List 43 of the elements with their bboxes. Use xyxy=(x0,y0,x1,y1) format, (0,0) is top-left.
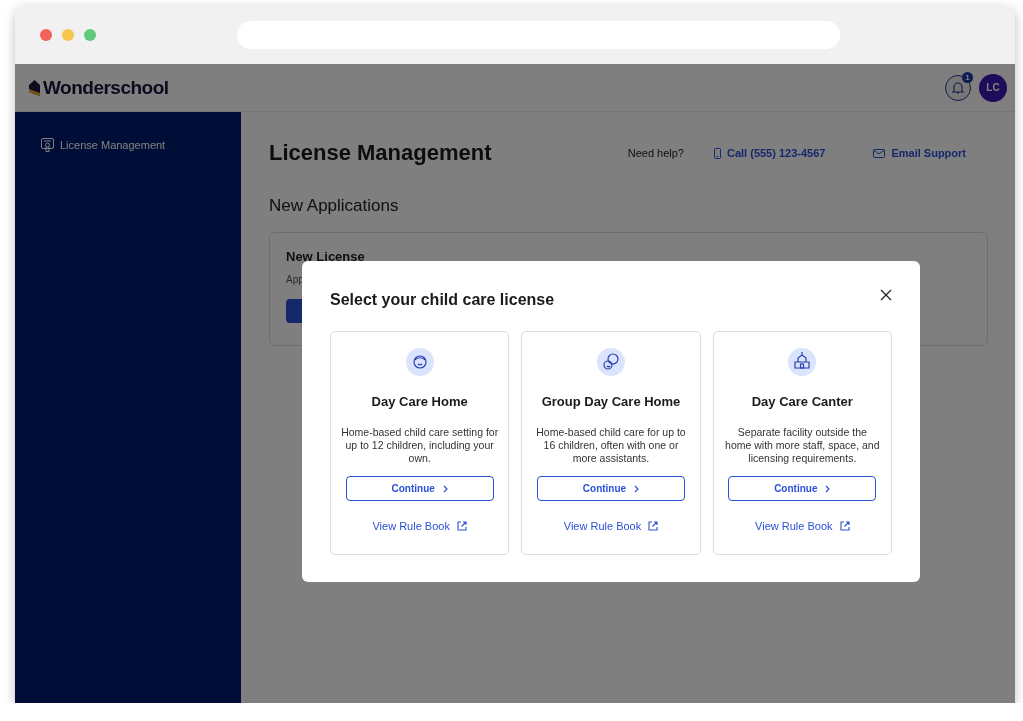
rule-book-link[interactable]: View Rule Book xyxy=(563,520,659,532)
phone-link[interactable]: Call (555) 123-4567 xyxy=(714,147,826,159)
close-button[interactable] xyxy=(880,289,892,301)
bell-icon xyxy=(952,81,964,94)
certificate-icon xyxy=(41,138,54,152)
option-description: Home-based child care for up to 16 children, often with one or more assistants. xyxy=(535,426,687,465)
section-heading: New Applications xyxy=(269,196,400,216)
envelope-icon xyxy=(873,148,886,158)
external-link-icon xyxy=(456,521,467,531)
rule-book-link[interactable]: View Rule Book xyxy=(372,520,467,532)
sidebar-item[interactable]: License Management xyxy=(39,136,168,154)
chevron-right-icon xyxy=(634,484,640,493)
window-control[interactable] xyxy=(84,29,96,41)
external-link-icon xyxy=(839,521,850,531)
chevron-right-icon xyxy=(442,484,448,493)
option-title: Day Care Canter xyxy=(751,394,853,409)
option-title: Group Day Care Home xyxy=(541,394,681,409)
logo-text: Wonderschool xyxy=(43,76,169,99)
continue-button[interactable]: Continue xyxy=(345,476,494,501)
rule-book-link[interactable]: View Rule Book xyxy=(755,520,850,532)
notifications-button[interactable]: 1 xyxy=(945,74,971,101)
phone-icon xyxy=(714,147,721,159)
continue-button[interactable]: Continue xyxy=(537,476,685,501)
window-control[interactable] xyxy=(40,29,52,41)
close-icon xyxy=(880,289,892,301)
modal-title: Select your child care license xyxy=(330,291,555,309)
continue-button[interactable]: Continue xyxy=(728,476,877,501)
page-title: License Management xyxy=(269,140,492,166)
children-icon xyxy=(597,348,625,376)
child-face-icon xyxy=(405,348,434,376)
user-avatar[interactable]: LC xyxy=(979,73,1007,102)
chevron-right-icon xyxy=(825,484,831,493)
house-logo-icon xyxy=(29,79,40,96)
email-link[interactable]: Email Support xyxy=(873,147,966,159)
option-title: Day Care Home xyxy=(371,394,468,409)
help-label: Need help? xyxy=(627,147,684,159)
external-link-icon xyxy=(648,521,659,531)
notification-count: 1 xyxy=(962,71,973,83)
option-description: Separate facility outside the home with more staff, space, and licensing requirements. xyxy=(724,426,881,465)
card-title: New License xyxy=(286,249,366,264)
window-control[interactable] xyxy=(62,29,74,41)
school-icon xyxy=(788,348,817,376)
option-description: Home-based child care setting for up to 12 children, including your own. xyxy=(341,426,499,465)
